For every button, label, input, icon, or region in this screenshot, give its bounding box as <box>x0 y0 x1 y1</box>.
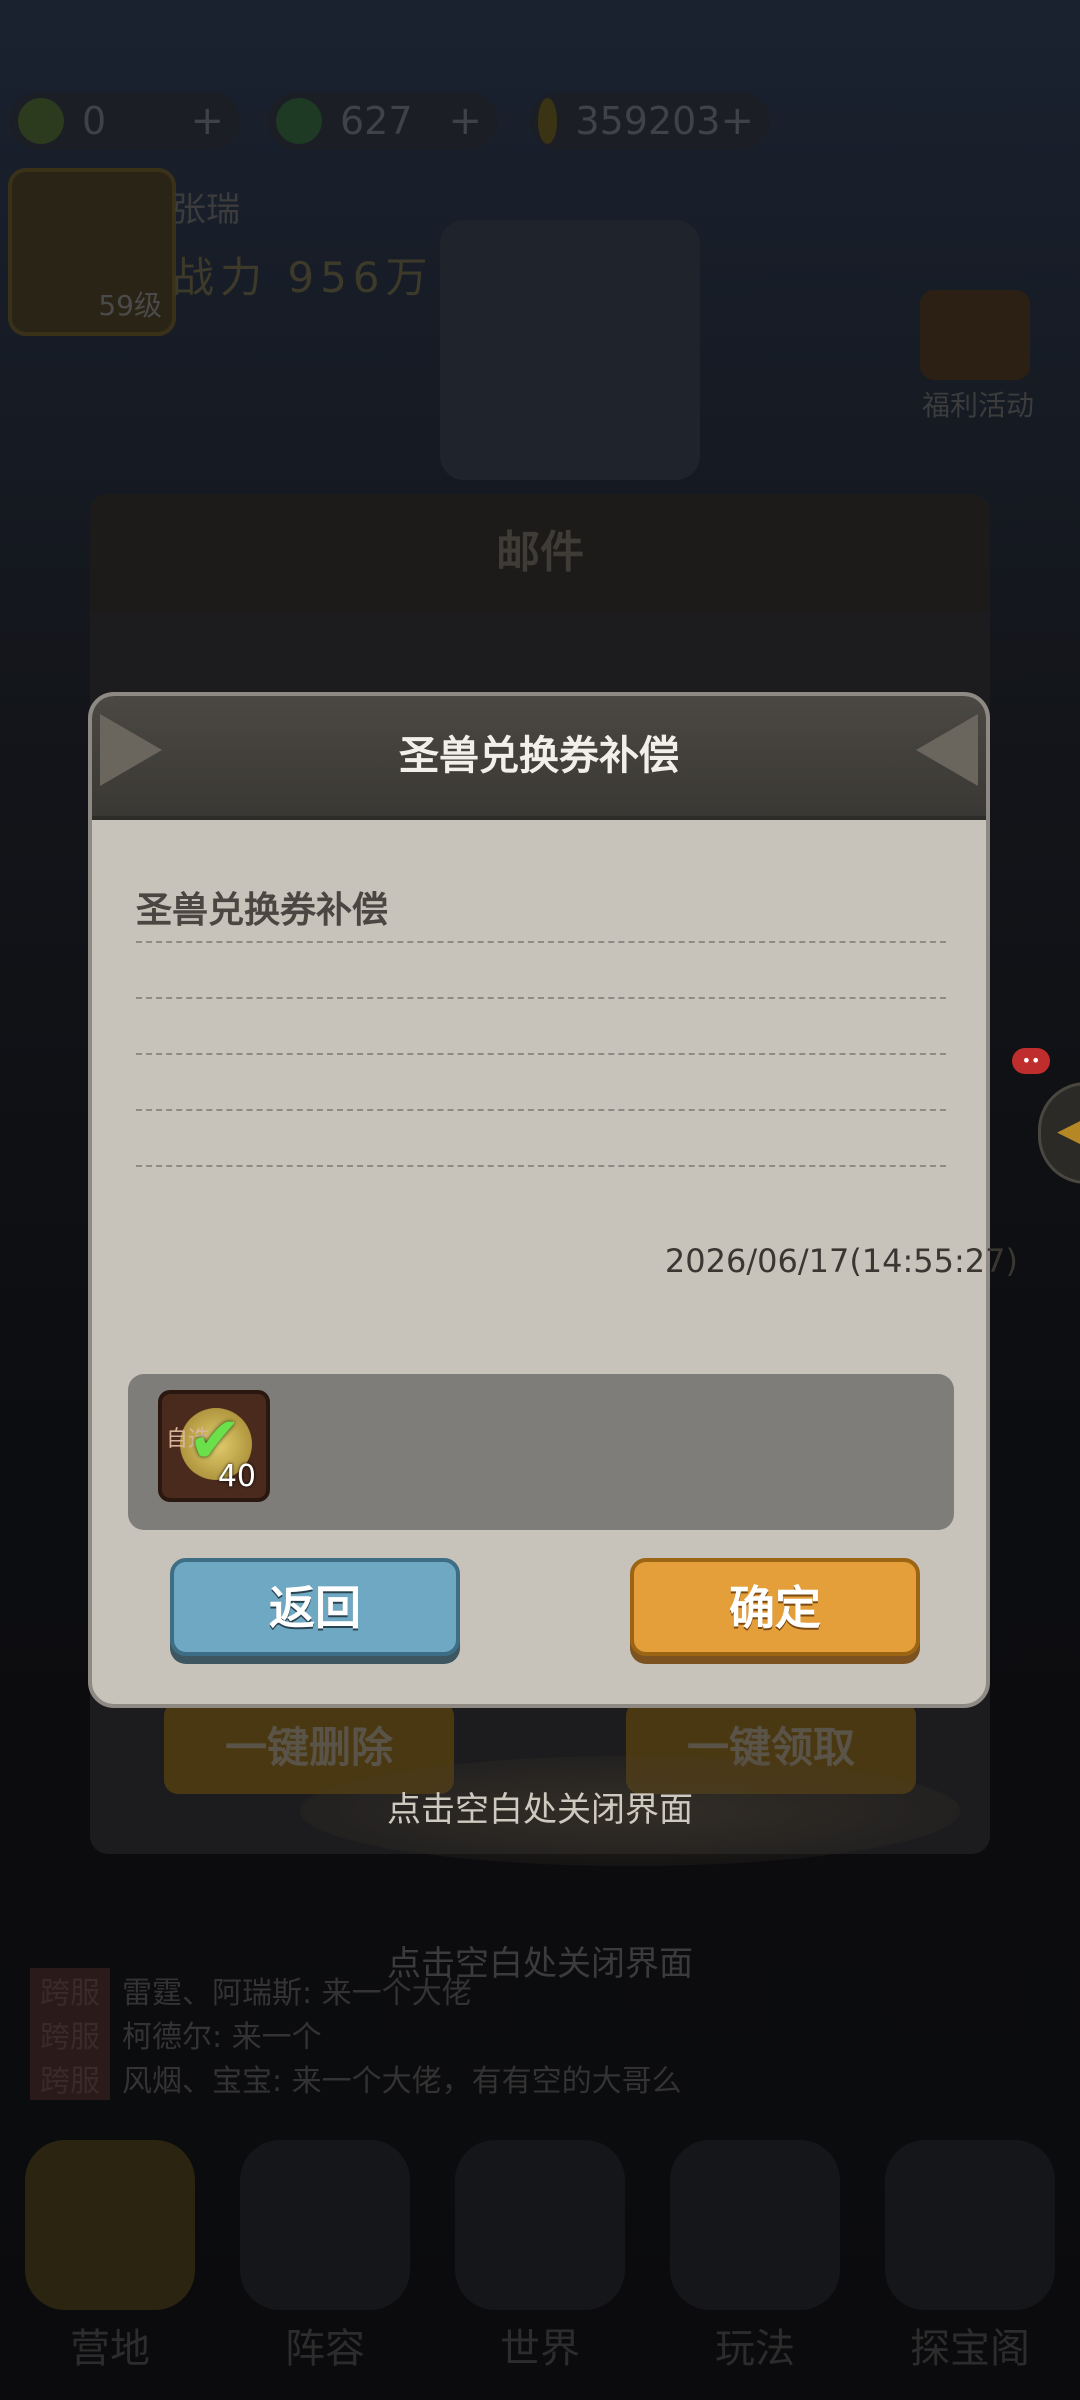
chat-tag: 跨服 <box>30 2012 110 2056</box>
nav-lineup[interactable]: 阵容 <box>225 2140 425 2400</box>
attachment-box: 自选 ✔ 40 <box>128 1374 954 1530</box>
treasure-icon <box>885 2140 1055 2310</box>
confirm-button[interactable]: 确定 <box>630 1558 920 1656</box>
mail-title: 邮件 <box>496 527 584 578</box>
chat-line: 跨服 风烟、宝宝: 来一个大佬，有有空的大哥么 <box>30 2056 1030 2100</box>
background-building <box>440 220 700 480</box>
mail-detail-dialog: 圣兽兑换券补偿 圣兽兑换券补偿 自选 ✔ 40 返回 确定 <box>88 692 990 1708</box>
leaf-coin-icon <box>18 98 64 144</box>
message-line <box>136 1111 946 1167</box>
mail-header: 邮件 <box>90 494 990 612</box>
resource-gem[interactable]: 627 + <box>268 92 498 150</box>
nav-treasure-label: 探宝阁 <box>910 2326 1030 2372</box>
camp-icon <box>25 2140 195 2310</box>
resource-gold-value: 359203 <box>575 99 721 143</box>
resource-gem-plus[interactable]: + <box>448 98 482 144</box>
green-gem-icon <box>276 98 322 144</box>
chat-tag: 跨服 <box>30 2056 110 2100</box>
chat-line: 跨服 柯德尔: 来一个 <box>30 2012 1030 2056</box>
chat-text: 柯德尔: 来一个 <box>122 2020 322 2055</box>
item-count: 40 <box>217 1459 256 1494</box>
resource-gem-value: 627 <box>340 99 413 143</box>
player-avatar[interactable]: 59级 <box>8 168 176 336</box>
dialog-header: 圣兽兑换券补偿 <box>92 696 986 820</box>
player-name: 张瑞 <box>172 190 240 230</box>
gold-coin-icon <box>538 98 558 144</box>
message-line: 圣兽兑换券补偿 <box>136 881 946 943</box>
background-close-hint: 点击空白处关闭界面 <box>387 1944 693 1984</box>
gift-icon[interactable] <box>920 290 1030 380</box>
attachment-item[interactable]: 自选 ✔ 40 <box>158 1390 270 1502</box>
nav-treasure[interactable]: 探宝阁 <box>870 2140 1070 2400</box>
dialog-title: 圣兽兑换券补偿 <box>399 733 679 779</box>
nav-camp[interactable]: 营地 <box>10 2140 210 2400</box>
close-hint[interactable]: 点击空白处关闭界面 <box>90 1782 990 1831</box>
message-body: 圣兽兑换券补偿 <box>136 881 946 1167</box>
world-icon <box>455 2140 625 2310</box>
nav-world[interactable]: 世界 <box>440 2140 640 2400</box>
mail-timestamp: 2026/06/17(14:55:27) <box>664 1242 1018 1280</box>
resource-leaf-plus[interactable]: + <box>190 98 224 144</box>
gameplay-icon <box>670 2140 840 2310</box>
lineup-icon <box>240 2140 410 2310</box>
player-level: 59级 <box>98 289 162 322</box>
nav-gameplay[interactable]: 玩法 <box>655 2140 855 2400</box>
player-power: 战力 956万 <box>172 253 434 302</box>
resource-leaf-value: 0 <box>82 99 107 143</box>
nav-world-label: 世界 <box>500 2326 580 2372</box>
nav-lineup-label: 阵容 <box>285 2326 365 2372</box>
chat-text: 风烟、宝宝: 来一个大佬，有有空的大哥么 <box>122 2064 682 2099</box>
message-line <box>136 1055 946 1111</box>
resource-bar: 0 + 627 + 359203 + <box>0 92 780 152</box>
gift-label: 福利活动 <box>922 389 1035 422</box>
nav-gameplay-label: 玩法 <box>715 2326 795 2372</box>
resource-leaf[interactable]: 0 + <box>10 92 240 150</box>
nav-camp-label: 营地 <box>70 2326 150 2372</box>
chevron-left-icon: ◀ <box>1057 1107 1080 1153</box>
bottom-nav: 营地 阵容 世界 玩法 探宝阁 <box>0 2140 1080 2400</box>
resource-gold-plus[interactable]: + <box>720 98 754 144</box>
resource-gold[interactable]: 359203 + <box>530 92 770 150</box>
back-button[interactable]: 返回 <box>170 1558 460 1656</box>
message-text: 圣兽兑换券补偿 <box>136 890 389 931</box>
message-line <box>136 943 946 999</box>
message-line <box>136 999 946 1055</box>
notification-badge: •• <box>1012 1048 1050 1074</box>
